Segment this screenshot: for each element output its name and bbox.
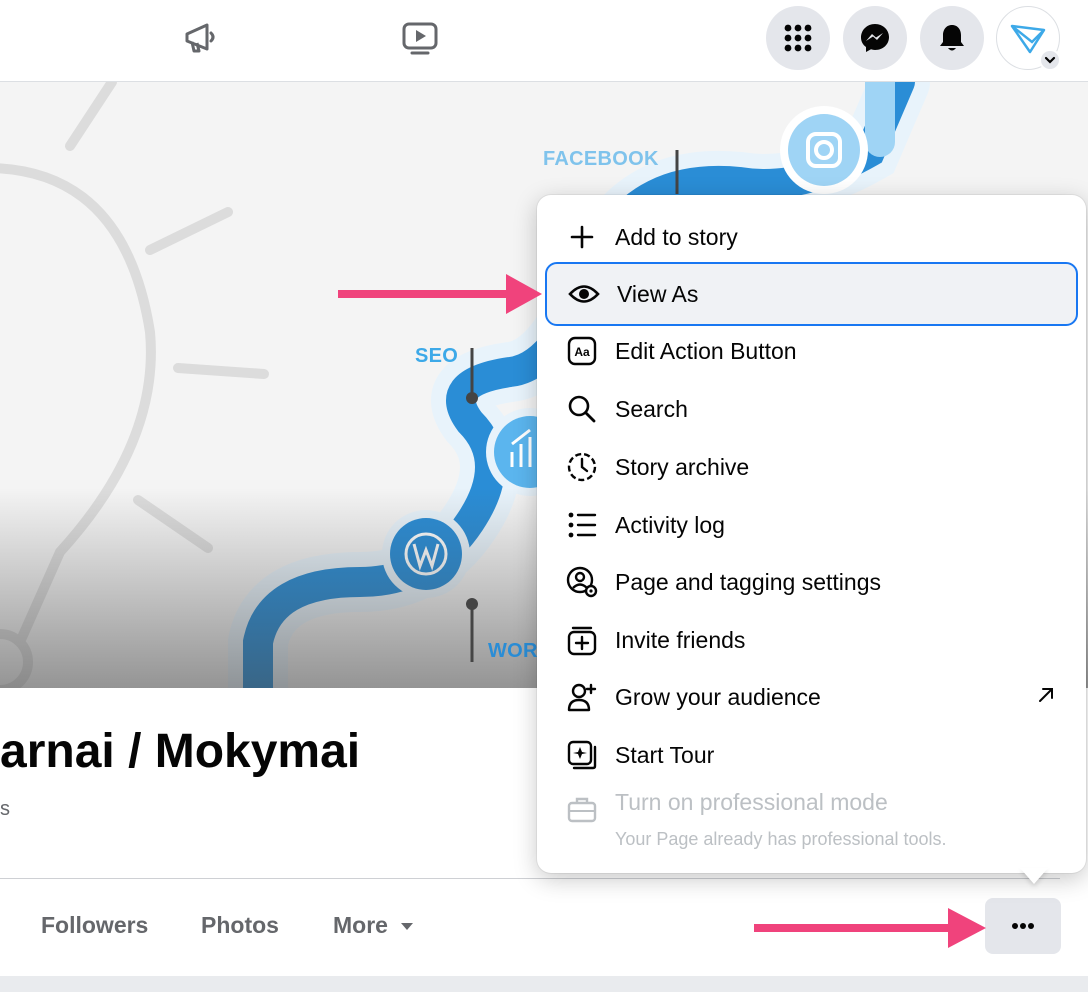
caret-down-icon [401, 922, 414, 930]
professional-mode-description: Your Page already has professional tools… [615, 829, 947, 849]
menu-item-label: View As [617, 280, 699, 307]
menu-item-start-tour[interactable]: Start Tour [545, 727, 1078, 783]
plus-icon [565, 220, 599, 254]
menu-item-label: Turn on professional mode [615, 788, 888, 815]
page-title: arnai / Mokymai [0, 725, 361, 778]
top-navigation-bar [0, 0, 1088, 82]
cover-label-facebook: FACEBOOK [543, 148, 659, 170]
external-link-icon [1036, 685, 1056, 710]
annotation-arrow-more-button [754, 908, 986, 948]
cover-label-seo: SEO [415, 345, 459, 367]
search-icon [565, 392, 599, 426]
video-icon[interactable] [398, 16, 442, 60]
menu-item-label: Search [615, 395, 688, 422]
menu-item-search[interactable]: Search [545, 381, 1078, 437]
menu-item-grow-your-audience[interactable]: Grow your audience [545, 669, 1078, 725]
briefcase-icon [565, 792, 599, 826]
account-menu-chevron-icon[interactable] [1039, 49, 1061, 71]
eye-icon [567, 277, 601, 311]
page-bottom-strip [0, 976, 1088, 992]
menu-item-view-as[interactable]: View As [545, 262, 1078, 326]
edit-action-icon: Aa [565, 334, 599, 368]
menu-item-activity-log[interactable]: Activity log [545, 497, 1078, 553]
tabs-divider [0, 878, 1060, 879]
tab-more-label: More [333, 912, 388, 938]
annotation-arrow-view-as [338, 274, 542, 314]
bell-icon[interactable] [920, 6, 984, 70]
page-subtitle: s [0, 798, 10, 820]
more-options-button[interactable] [985, 898, 1061, 954]
gear-person-icon [565, 565, 599, 599]
page-options-menu: Add to story View As Aa Edit Action Butt… [537, 195, 1086, 873]
menu-item-add-to-story[interactable]: Add to story [545, 209, 1078, 265]
megaphone-icon[interactable] [179, 16, 223, 60]
tab-more[interactable]: More [333, 912, 414, 939]
tab-followers[interactable]: Followers [41, 912, 148, 939]
tab-photos[interactable]: Photos [201, 912, 279, 939]
apps-grid-icon[interactable] [766, 6, 830, 70]
svg-text:Aa: Aa [574, 345, 590, 359]
invite-icon [565, 623, 599, 657]
ellipsis-icon [1012, 923, 1034, 929]
tour-icon [565, 738, 599, 772]
menu-item-turn-on-professional-mode: Turn on professional mode [545, 779, 1078, 825]
list-icon [565, 508, 599, 542]
menu-item-label: Page and tagging settings [615, 568, 881, 595]
menu-item-label: Start Tour [615, 741, 715, 768]
add-person-icon [565, 680, 599, 714]
menu-item-invite-friends[interactable]: Invite friends [545, 612, 1078, 668]
menu-item-label: Edit Action Button [615, 337, 797, 364]
menu-pointer [1020, 868, 1048, 884]
menu-item-story-archive[interactable]: Story archive [545, 439, 1078, 495]
menu-item-label: Grow your audience [615, 683, 821, 710]
menu-item-edit-action-button[interactable]: Aa Edit Action Button [545, 323, 1078, 379]
archive-clock-icon [565, 450, 599, 484]
menu-item-label: Activity log [615, 511, 725, 538]
menu-item-label: Invite friends [615, 626, 746, 653]
cover-label-wordpress: WOR [488, 640, 538, 662]
menu-item-label: Add to story [615, 223, 738, 250]
messenger-icon[interactable] [843, 6, 907, 70]
menu-item-page-and-tagging-settings[interactable]: Page and tagging settings [545, 554, 1078, 610]
menu-item-label: Story archive [615, 453, 750, 480]
